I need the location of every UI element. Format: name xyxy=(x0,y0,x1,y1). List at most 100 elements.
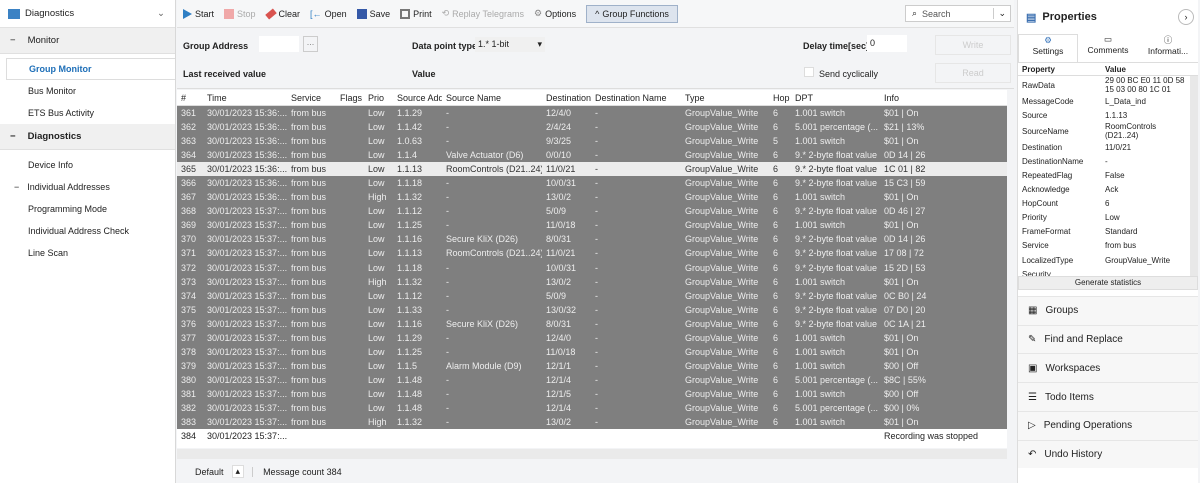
table-row[interactable]: 361 30/01/2023 15:36:... from bus Low 1.1.29… xyxy=(177,106,1007,121)
read-button[interactable]: Read xyxy=(935,63,1011,83)
tab-information[interactable]: ⓘ Informati... xyxy=(1138,34,1198,62)
table-row[interactable]: 384 30/01/2023 15:37:... Recording was sto… xyxy=(177,429,1007,444)
chevron-down-icon[interactable]: ⌄ xyxy=(993,8,1010,19)
column-header[interactable]: Service xyxy=(287,93,336,103)
options-button[interactable]: ⚙ Options xyxy=(534,8,576,19)
property-row[interactable]: RepeatedFlag False xyxy=(1018,168,1190,182)
panel-todo-items[interactable]: ☰ Todo Items xyxy=(1018,382,1198,411)
table-row[interactable]: 380 30/01/2023 15:37:... from bus Low 1.1.48… xyxy=(177,372,1007,387)
profile-selector[interactable]: Default xyxy=(195,467,224,477)
property-row[interactable]: DestinationName - xyxy=(1018,154,1190,168)
property-row[interactable]: SourceName RoomControls (D21..24) xyxy=(1018,122,1190,140)
sidebar-item-individual-address-check[interactable]: Individual Address Check xyxy=(0,220,175,242)
table-cell: from bus xyxy=(291,136,327,147)
sidebar-item-individual-addresses[interactable]: − Individual Addresses xyxy=(0,176,175,198)
column-header[interactable]: Time xyxy=(203,93,287,103)
generate-statistics-button[interactable]: Generate statistics xyxy=(1018,276,1198,291)
horizontal-scrollbar[interactable] xyxy=(177,449,1007,459)
section-monitor[interactable]: − Monitor xyxy=(0,28,175,54)
panel-pending-operations[interactable]: ▷ Pending Operations xyxy=(1018,410,1198,440)
table-row[interactable]: 382 30/01/2023 15:37:... from bus Low 1.1.48… xyxy=(177,400,1007,416)
tab-settings[interactable]: ⚙ Settings xyxy=(1018,34,1078,62)
property-row[interactable]: FrameFormat Standard xyxy=(1018,225,1190,239)
property-row[interactable]: Security xyxy=(1018,267,1190,276)
tab-comments[interactable]: ▭ Comments xyxy=(1078,34,1138,62)
table-row[interactable]: 373 30/01/2023 15:37:... from bus High 1.1.3… xyxy=(177,274,1007,289)
table-row[interactable]: 367 30/01/2023 15:36:... from bus High 1.1.3… xyxy=(177,190,1007,205)
table-row[interactable]: 363 30/01/2023 15:36:... from bus Low 1.0.63… xyxy=(177,134,1007,149)
search-input[interactable]: Search xyxy=(922,9,951,19)
column-header[interactable]: Prio xyxy=(364,93,393,103)
column-header[interactable]: Type xyxy=(681,93,769,103)
table-row[interactable]: 375 30/01/2023 15:37:... from bus Low 1.1.33… xyxy=(177,302,1007,317)
replay-telegrams-button[interactable]: ⟲ Replay Telegrams xyxy=(442,8,524,19)
panel-undo-history[interactable]: ↶ Undo History xyxy=(1018,439,1198,469)
column-header[interactable]: Info xyxy=(880,93,1000,103)
search-box[interactable]: ⌕ Search ⌄ xyxy=(905,5,1011,22)
table-row[interactable]: 369 30/01/2023 15:37:... from bus Low 1.1.25… xyxy=(177,218,1007,233)
sidebar-item-ets-bus-activity[interactable]: ETS Bus Activity xyxy=(0,102,175,124)
chevron-up-icon[interactable]: ▴ xyxy=(231,465,245,478)
table-row[interactable]: 376 30/01/2023 15:37:... from bus Low 1.1.16… xyxy=(177,316,1007,331)
column-header[interactable]: Destination xyxy=(542,93,591,103)
column-header[interactable]: Source Name xyxy=(442,93,542,103)
table-row[interactable]: 366 30/01/2023 15:36:... from bus Low 1.1.18… xyxy=(177,176,1007,191)
group-functions-button[interactable]: ^ Group Functions xyxy=(586,4,678,23)
property-row[interactable]: Acknowledge Ack xyxy=(1018,183,1190,197)
table-cell: from bus xyxy=(291,276,327,287)
property-row[interactable]: Destination 11/0/21 xyxy=(1018,140,1190,154)
column-header[interactable]: DPT xyxy=(791,93,880,103)
property-row[interactable]: Service from bus xyxy=(1018,239,1190,253)
panel-find-and-replace[interactable]: ✎ Find and Replace xyxy=(1018,324,1198,354)
property-row[interactable]: HopCount 6 xyxy=(1018,197,1190,211)
workspace-selector[interactable]: Diagnostics ⌄ xyxy=(0,0,175,28)
print-button[interactable]: Print xyxy=(400,8,432,19)
section-diagnostics[interactable]: − Diagnostics xyxy=(0,124,175,150)
send-cyclically-checkbox[interactable] xyxy=(804,67,814,77)
panel-workspaces[interactable]: ▣ Workspaces xyxy=(1018,353,1198,383)
property-row[interactable]: MessageCode L_Data_ind xyxy=(1018,94,1190,108)
table-row[interactable]: 379 30/01/2023 15:37:... from bus Low 1.1.5 A… xyxy=(177,358,1007,373)
property-row[interactable]: Source 1.1.13 xyxy=(1018,108,1190,122)
column-header[interactable]: Hop xyxy=(769,93,791,103)
panel-groups[interactable]: ▦ Groups xyxy=(1018,296,1198,325)
dpt-select[interactable]: 1.* 1-bit ▾ xyxy=(475,37,545,52)
open-button[interactable]: [← Open xyxy=(310,9,347,19)
table-row[interactable]: 365 30/01/2023 15:36:... from bus Low 1.1.13… xyxy=(177,162,1007,177)
expand-button[interactable]: › xyxy=(1178,9,1194,25)
table-row[interactable]: 383 30/01/2023 15:37:... from bus High 1.1.3… xyxy=(177,415,1007,430)
table-row[interactable]: 362 30/01/2023 15:36:... from bus Low 1.1.42… xyxy=(177,120,1007,135)
delay-time-stepper[interactable]: 0 xyxy=(867,35,907,52)
stop-button[interactable]: Stop xyxy=(224,8,256,19)
property-row[interactable]: LocalizedType GroupValue_Write xyxy=(1018,253,1190,267)
group-address-input[interactable] xyxy=(259,36,299,52)
sidebar-item-group-monitor[interactable]: Group Monitor xyxy=(6,58,175,80)
table-row[interactable]: 381 30/01/2023 15:37:... from bus Low 1.1.48… xyxy=(177,386,1007,401)
table-cell: 8/0/31 xyxy=(546,318,572,329)
save-button[interactable]: Save xyxy=(356,8,390,19)
property-row[interactable]: Priority Low xyxy=(1018,211,1190,225)
sidebar-item-bus-monitor[interactable]: Bus Monitor xyxy=(0,80,175,102)
sidebar-item-programming-mode[interactable]: Programming Mode xyxy=(0,198,175,220)
column-header[interactable]: Source Add xyxy=(393,93,442,103)
table-cell: from bus xyxy=(291,388,327,399)
write-button[interactable]: Write xyxy=(935,35,1011,55)
table-row[interactable]: 378 30/01/2023 15:37:... from bus Low 1.1.25… xyxy=(177,344,1007,359)
diagnostics-icon xyxy=(8,8,20,19)
sidebar-item-line-scan[interactable]: Line Scan xyxy=(0,242,175,264)
table-row[interactable]: 368 30/01/2023 15:37:... from bus Low 1.1.12… xyxy=(177,204,1007,219)
sidebar-item-device-info[interactable]: Device Info xyxy=(0,154,175,176)
column-header[interactable]: # xyxy=(177,93,203,103)
table-row[interactable]: 370 30/01/2023 15:37:... from bus Low 1.1.16… xyxy=(177,232,1007,247)
table-row[interactable]: 374 30/01/2023 15:37:... from bus Low 1.1.12… xyxy=(177,288,1007,303)
column-header[interactable]: Flags xyxy=(336,93,364,103)
table-row[interactable]: 372 30/01/2023 15:37:... from bus Low 1.1.18… xyxy=(177,260,1007,275)
table-row[interactable]: 371 30/01/2023 15:37:... from bus Low 1.1.13… xyxy=(177,246,1007,261)
clear-button[interactable]: Clear xyxy=(264,7,300,20)
start-button[interactable]: Start xyxy=(183,8,214,19)
browse-button[interactable]: ... xyxy=(303,36,318,52)
property-row[interactable]: RawData 29 00 BC E0 11 0D 58 15 03 00 80 … xyxy=(1018,76,1190,94)
table-row[interactable]: 377 30/01/2023 15:37:... from bus Low 1.1.29… xyxy=(177,330,1007,345)
table-row[interactable]: 364 30/01/2023 15:36:... from bus Low 1.1.4 V… xyxy=(177,148,1007,163)
column-header[interactable]: Destination Name xyxy=(591,93,681,103)
